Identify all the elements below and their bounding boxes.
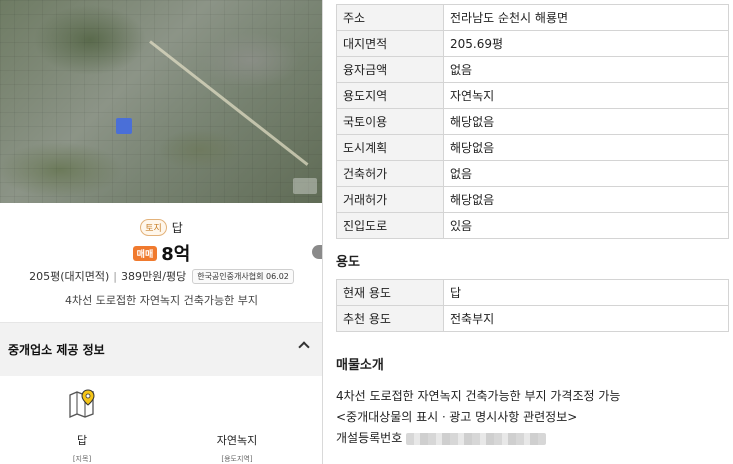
table-row: 추천 용도 전축부지 [336,305,729,332]
row-value: 전라남도 순천시 해룡면 [443,4,729,31]
registration-label: 개설등록번호 [336,431,403,445]
row-value: 해당없음 [443,186,729,213]
detail-table: 주소 전라남도 순천시 해룡면 대지면적 205.69평 융자금액 없음 용도지역 자연… [336,4,729,239]
broker-section-title: 중개업소 제공 정보 [8,343,105,357]
zoning-caption: [용도지역] [221,455,253,463]
table-row: 도시계획 해당없음 [336,134,729,161]
zoning-value: 자연녹지 [216,434,258,447]
price: 8억 [161,244,191,265]
table-row: 진입도로 있음 [336,212,729,239]
listing-card: 토지 답 매매 8억 205평(대지면적) | 389만원/평당 한국공인중개사… [0,0,323,464]
land-category-item: 답 [지목] [60,388,104,464]
listing-description: 4차선 도로접한 자연녹지 건축가능한 부지 [64,294,259,307]
row-value: 있음 [443,212,729,239]
usage-heading: 용도 [336,255,360,270]
association-badge: 한국공인중개사협회 06.02 [192,268,294,284]
land-badge: 토지 [140,219,167,236]
row-key: 거래허가 [336,186,444,213]
table-row: 주소 전라남도 순천시 해룡면 [336,4,729,31]
row-key: 국토이용 [336,108,444,135]
price-row: 매매 8억 [0,240,322,266]
map-marker-icon[interactable] [116,118,132,134]
table-row: 대지면적 205.69평 [336,30,729,57]
row-value: 자연녹지 [443,82,729,109]
row-key: 현재 용도 [336,279,444,306]
land-type: 답 [171,221,183,235]
row-value: 해당없음 [443,108,729,135]
land-category-value: 답 [76,434,88,447]
land-category-caption: [지목] [72,455,92,463]
area-text: 205평(대지면적) [29,270,110,283]
row-value: 답 [443,279,729,306]
meta-row: 205평(대지면적) | 389만원/평당 한국공인중개사협회 06.02 [0,268,322,284]
row-value: 해당없음 [443,134,729,161]
usage-table: 현재 용도 답 추천 용도 전축부지 [336,279,729,332]
row-value: 205.69평 [443,30,729,57]
row-key: 건축허가 [336,160,444,187]
zoning-item: 자연녹지 [용도지역] [207,432,267,464]
redacted-registration-number [406,432,547,445]
table-row: 거래허가 해당없음 [336,186,729,213]
intro-heading: 매물소개 [336,358,384,373]
map-texture [0,0,322,203]
row-key: 추천 용도 [336,305,444,332]
intro-line: 4차선 도로접한 자연녹지 건축가능한 부지 가격조정 가능 [336,389,621,403]
row-key: 대지면적 [336,30,444,57]
meta-separator: | [113,269,118,283]
detail-panel: 주소 전라남도 순천시 해룡면 대지면적 205.69평 융자금액 없음 용도지역 자연… [324,0,733,464]
row-key: 융자금액 [336,56,444,83]
table-row: 융자금액 없음 [336,56,729,83]
row-key: 도시계획 [336,134,444,161]
map-icon [69,389,95,418]
table-row: 건축허가 없음 [336,160,729,187]
row-key: 용도지역 [336,82,444,109]
satellite-map[interactable] [0,0,322,203]
intro-line: <중개대상물의 표시ㆍ광고 명시사항 관련정보> [336,410,578,424]
row-key: 주소 [336,4,444,31]
table-row: 현재 용도 답 [336,279,729,306]
row-key: 진입도로 [336,212,444,239]
row-value: 없음 [443,56,729,83]
price-per-pyeong: 389만원/평당 [121,270,187,283]
table-row: 용도지역 자연녹지 [336,82,729,109]
sale-badge: 매매 [132,245,158,261]
intro-body: 4차선 도로접한 자연녹지 건축가능한 부지 가격조정 가능 <중개대상물의 표… [336,386,620,449]
side-toggle-handle[interactable] [312,245,322,259]
row-value: 없음 [443,160,729,187]
map-control[interactable] [293,178,317,194]
land-type-row: 토지 답 [0,219,322,236]
table-row: 국토이용 해당없음 [336,108,729,135]
registration-row: 개설등록번호 [336,428,620,449]
row-value: 전축부지 [443,305,729,332]
broker-info-grid: 답 [지목] 자연녹지 [용도지역] [0,376,322,464]
